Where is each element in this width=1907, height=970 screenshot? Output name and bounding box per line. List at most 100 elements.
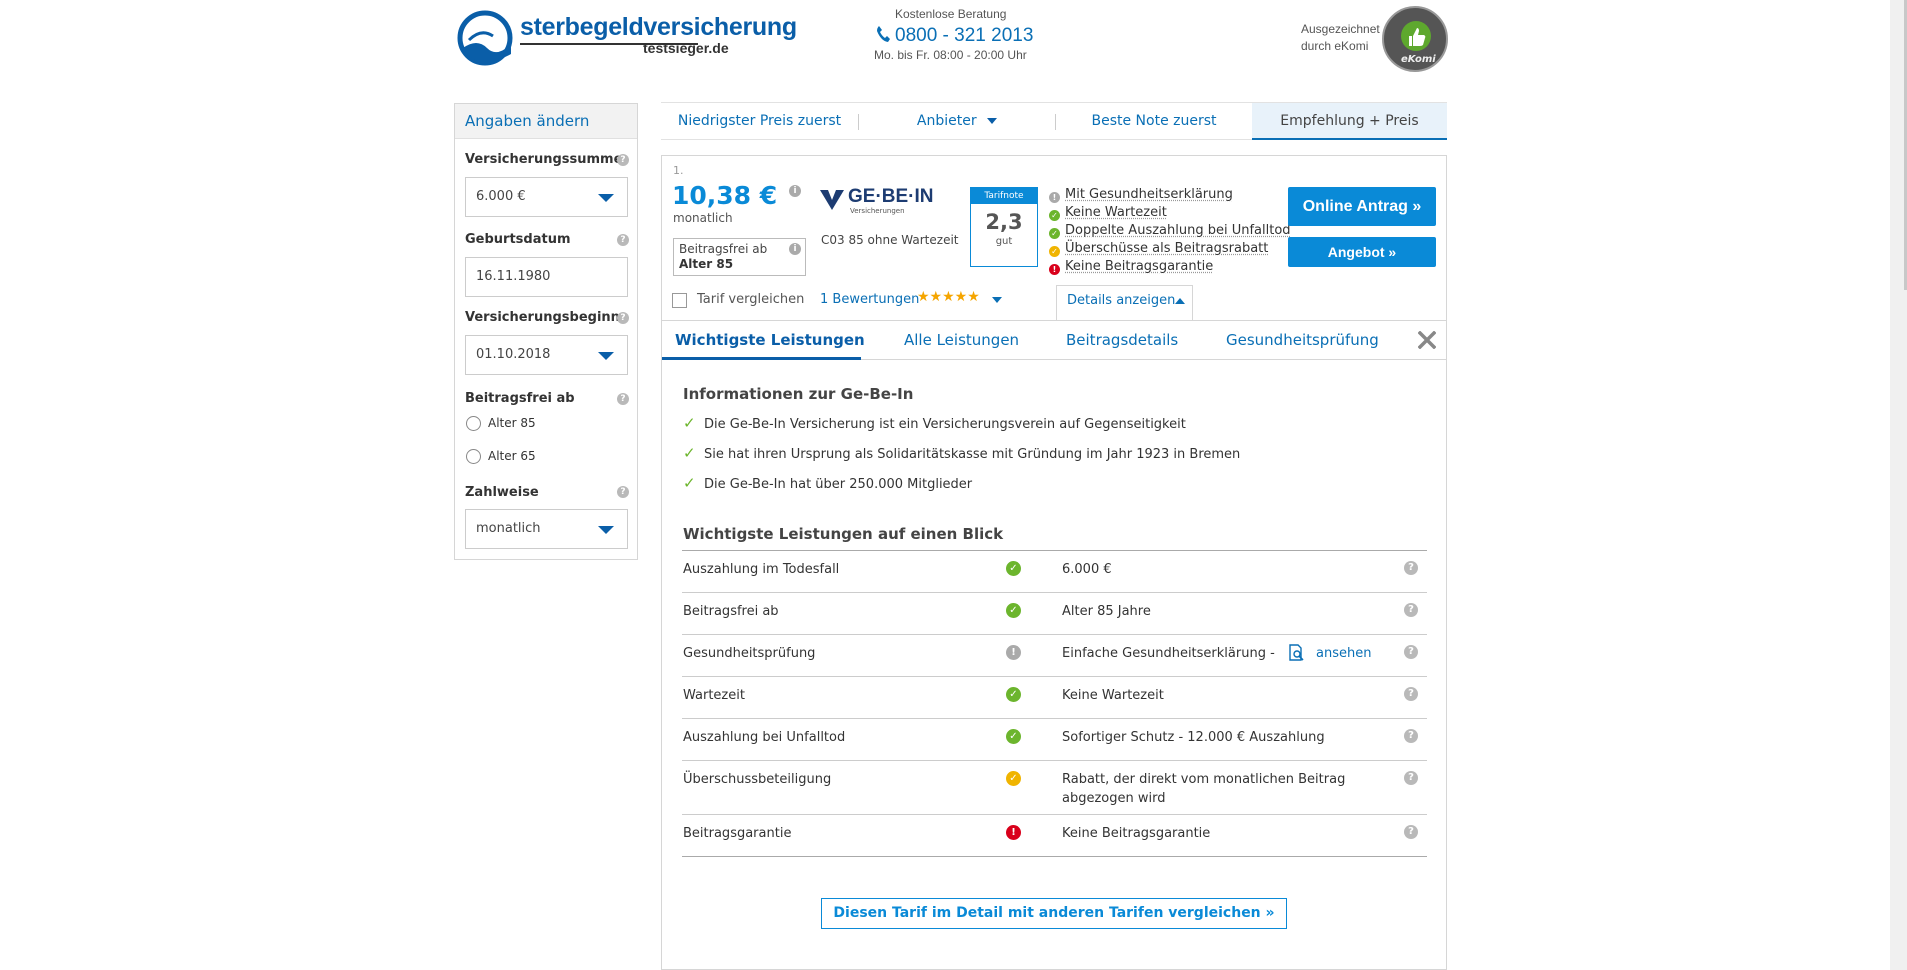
caret-up-icon (1175, 298, 1185, 304)
benefits-title: Wichtigste Leistungen auf einen Blick (683, 525, 1004, 543)
feature-item[interactable]: Überschüsse als Beitragsrabatt (1065, 241, 1268, 256)
free-label: Beitragsfrei ab (465, 391, 575, 406)
info-title: Informationen zur Ge-Be-In (683, 385, 914, 403)
sort-bar: Niedrigster Preis zuerst Anbieter Beste … (661, 102, 1447, 140)
tab-premium-details[interactable]: Beitragsdetails (1066, 331, 1178, 349)
info-icon[interactable]: i (789, 185, 801, 197)
info-item: Die Ge-Be-In hat über 250.000 Mitglieder (704, 477, 973, 492)
help-icon[interactable]: ? (1404, 561, 1418, 575)
table-row-value: Rabatt, der direkt vom monatlichen Beitr… (1062, 772, 1346, 787)
tariff-name: C03 85 ohne Wartezeit (821, 233, 959, 247)
birthdate-value: 16.11.1980 (476, 269, 551, 284)
phone-number[interactable]: 0800 - 321 2013 (895, 25, 1033, 47)
check-yellow-icon: ✓ (1049, 246, 1060, 257)
star-rating: ★★★★★ (917, 289, 980, 305)
table-row-value: Keine Wartezeit (1062, 688, 1164, 703)
help-icon[interactable]: ? (1404, 645, 1418, 659)
table-row-label: Gesundheitsprüfung (683, 646, 816, 661)
payment-select[interactable]: monatlich (465, 509, 628, 549)
sum-select-value: 6.000 € (476, 189, 526, 204)
chevron-down-icon (598, 194, 614, 202)
opening-hours: Mo. bis Fr. 08:00 - 20:00 Uhr (874, 48, 1027, 62)
table-divider (682, 760, 1427, 761)
help-icon[interactable]: ? (617, 486, 629, 498)
compare-label[interactable]: Tarif vergleichen (697, 292, 804, 307)
feature-item[interactable]: Doppelte Auszahlung bei Unfalltod (1065, 223, 1291, 238)
table-row-value: Keine Beitragsgarantie (1062, 826, 1211, 841)
active-tab-indicator (662, 357, 861, 360)
table-divider (682, 676, 1427, 677)
radio-alter-65[interactable] (466, 449, 481, 464)
offer-button[interactable]: Angebot » (1288, 237, 1436, 267)
radio-alter-65-label[interactable]: Alter 65 (488, 449, 536, 463)
logo[interactable]: sterbegeldversicherung testsieger.de (457, 10, 797, 66)
help-icon[interactable]: ? (1404, 603, 1418, 617)
provider-logo-text: GE·BE·IN (848, 186, 934, 207)
check-green-icon: ✓ (1006, 729, 1021, 744)
info-item: Sie hat ihren Ursprung als Solidaritätsk… (704, 447, 1241, 462)
help-icon[interactable]: ? (1404, 825, 1418, 839)
document-search-icon[interactable] (1289, 644, 1305, 662)
check-green-icon: ✓ (1049, 228, 1060, 239)
close-icon[interactable] (1418, 331, 1436, 349)
sum-label: Versicherungssumme (465, 152, 623, 167)
info-grey-icon: ! (1049, 192, 1060, 203)
caret-down-icon[interactable] (992, 297, 1002, 303)
phone-icon (877, 26, 890, 42)
view-health-form-link[interactable]: ansehen (1316, 646, 1371, 661)
sort-tab-provider[interactable]: Anbieter (859, 103, 1055, 139)
feature-item[interactable]: Keine Beitragsgarantie (1065, 259, 1213, 274)
help-icon[interactable]: ? (1404, 771, 1418, 785)
help-icon[interactable]: ? (617, 393, 629, 405)
online-application-button[interactable]: Online Antrag » (1288, 187, 1436, 226)
info-item: Die Ge-Be-In Versicherung ist ein Versic… (704, 417, 1186, 432)
start-select[interactable]: 01.10.2018 (465, 335, 628, 375)
radio-alter-85-label[interactable]: Alter 85 (488, 416, 536, 430)
compare-tariff-button[interactable]: Diesen Tarif im Detail mit anderen Tarif… (821, 898, 1287, 929)
pay-label: Zahlweise (465, 485, 539, 500)
sort-tab-grade[interactable]: Beste Note zuerst (1056, 103, 1252, 139)
birthdate-input[interactable]: 16.11.1980 (465, 257, 628, 297)
premium-free-label: Beitragsfrei ab (679, 242, 768, 256)
details-toggle[interactable]: Details anzeigen (1056, 285, 1193, 321)
help-icon[interactable]: ? (1404, 687, 1418, 701)
table-divider (682, 592, 1427, 593)
table-row-value-cont: abgezogen wird (1062, 791, 1166, 806)
sort-tab-price[interactable]: Niedrigster Preis zuerst (661, 103, 858, 139)
table-row-label: Auszahlung im Todesfall (683, 562, 840, 577)
table-row-value: Sofortiger Schutz - 12.000 € Auszahlung (1062, 730, 1325, 745)
tab-all-benefits[interactable]: Alle Leistungen (904, 331, 1019, 349)
sort-tab-recommendation[interactable]: Empfehlung + Preis (1252, 103, 1447, 140)
contact-label: Kostenlose Beratung (895, 7, 1007, 21)
check-yellow-icon: ✓ (1006, 771, 1021, 786)
table-row-value: Alter 85 Jahre (1062, 604, 1151, 619)
tab-key-benefits[interactable]: Wichtigste Leistungen (675, 331, 865, 349)
check-green-icon: ✓ (1006, 561, 1021, 576)
help-icon[interactable]: ? (617, 312, 629, 324)
price: 10,38 € (672, 181, 778, 210)
compare-checkbox[interactable] (672, 293, 687, 308)
grade-box[interactable]: Tarifnote 2,3 gut (970, 187, 1038, 267)
table-row-label: Beitragsgarantie (683, 826, 792, 841)
radio-alter-85[interactable] (466, 416, 481, 431)
details-toggle-label: Details anzeigen (1067, 293, 1176, 308)
logo-main-text: sterbegeldversicherung (520, 13, 797, 41)
birth-label: Geburtsdatum (465, 232, 571, 247)
sort-tab-provider-label: Anbieter (916, 113, 977, 129)
help-icon[interactable]: ? (1404, 729, 1418, 743)
warning-red-icon: ! (1006, 825, 1021, 840)
check-green-icon: ✓ (1006, 603, 1021, 618)
ekomi-badge[interactable]: eKomi (1382, 6, 1448, 72)
tab-health-check[interactable]: Gesundheitsprüfung (1226, 331, 1379, 349)
reviews-link[interactable]: 1 Bewertungen (820, 292, 919, 307)
info-icon[interactable]: i (789, 243, 801, 255)
feature-item[interactable]: Keine Wartezeit (1065, 205, 1167, 220)
help-icon[interactable]: ? (617, 154, 629, 166)
help-icon[interactable]: ? (617, 234, 629, 246)
feature-item[interactable]: Mit Gesundheitserklärung (1065, 187, 1233, 202)
table-row-label: Auszahlung bei Unfalltod (683, 730, 846, 745)
logo-sub-text: testsieger.de (643, 40, 729, 56)
thumb-up-icon (1401, 21, 1431, 51)
chevron-down-icon (598, 352, 614, 360)
sum-select[interactable]: 6.000 € (465, 177, 628, 217)
